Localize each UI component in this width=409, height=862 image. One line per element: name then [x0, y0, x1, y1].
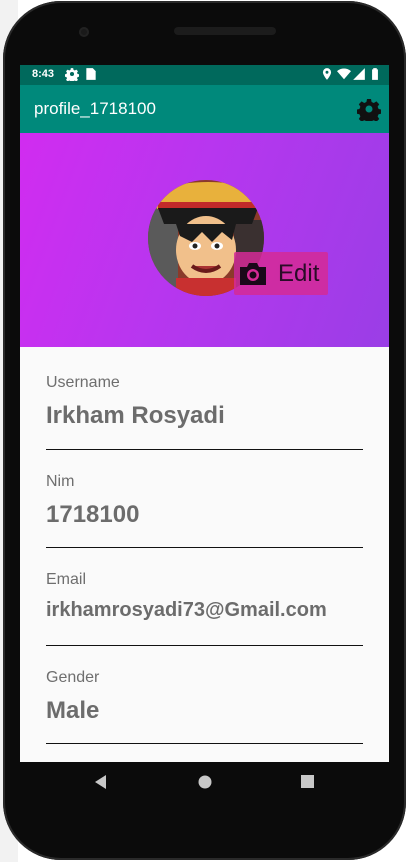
battery-icon	[372, 68, 378, 80]
nim-label: Nim	[46, 473, 75, 490]
divider	[46, 743, 363, 744]
location-icon	[322, 68, 332, 80]
navigation-bar	[20, 762, 389, 802]
signal-icon	[353, 68, 365, 80]
email-field: Email irkhamrosyadi73@Gmail.com	[46, 571, 363, 646]
app-bar: profile_1718100	[20, 85, 389, 133]
nim-field: Nim 1718100	[46, 473, 363, 548]
gender-field: Gender Male	[46, 669, 363, 744]
status-bar: 8:43	[20, 65, 389, 85]
email-value[interactable]: irkhamrosyadi73@Gmail.com	[46, 599, 363, 622]
front-camera	[79, 27, 89, 37]
status-time: 8:43	[32, 68, 55, 80]
recents-icon[interactable]	[301, 775, 314, 788]
email-label: Email	[46, 571, 87, 588]
back-icon[interactable]	[94, 774, 108, 790]
divider	[46, 449, 363, 450]
wifi-icon	[337, 68, 351, 80]
divider	[46, 547, 363, 548]
nim-value[interactable]: 1718100	[46, 501, 363, 529]
gender-label: Gender	[46, 669, 100, 686]
profile-header: Edit	[20, 133, 389, 347]
edit-photo-button[interactable]: Edit	[234, 252, 328, 295]
camera-icon	[240, 262, 266, 285]
username-value[interactable]: Irkham Rosyadi	[46, 402, 363, 430]
app-screen: 8:43 profile_1718100 Edit Username Irkha…	[20, 65, 389, 762]
username-label: Username	[46, 374, 120, 391]
divider	[46, 645, 363, 646]
app-title: profile_1718100	[34, 99, 156, 118]
settings-icon	[65, 68, 79, 81]
settings-icon[interactable]	[357, 97, 381, 121]
gender-value[interactable]: Male	[46, 697, 363, 725]
username-field: Username Irkham Rosyadi	[46, 374, 363, 450]
earpiece-speaker	[174, 27, 276, 35]
home-icon[interactable]	[198, 775, 212, 789]
sim-card-icon	[86, 68, 96, 80]
edit-label: Edit	[278, 259, 320, 287]
